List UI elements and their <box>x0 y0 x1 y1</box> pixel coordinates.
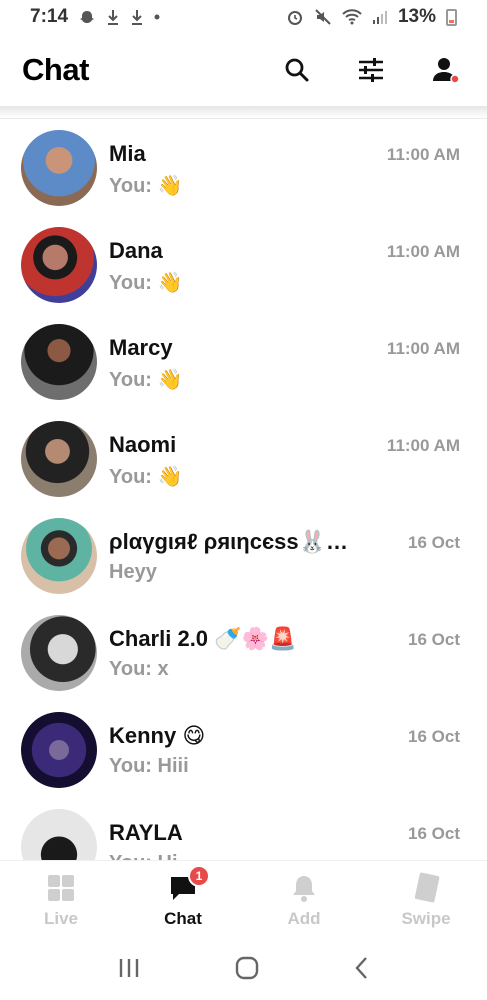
chat-row-rayla[interactable]: RAYLA You: Hi 16 Oct <box>0 799 487 860</box>
avatar <box>21 324 97 400</box>
chat-preview: You: 👋 <box>109 466 183 488</box>
avatar <box>21 809 97 860</box>
recent-apps-button[interactable] <box>118 958 140 983</box>
chat-time: 16 Oct <box>408 824 460 843</box>
battery-percentage: 13% <box>397 6 436 27</box>
sliders-icon <box>359 58 383 82</box>
home-icon <box>235 956 258 979</box>
chat-preview: You: 👋 <box>109 369 183 391</box>
nav-item-add[interactable]: Add <box>259 871 349 929</box>
nav-item-live[interactable]: Live <box>16 871 106 929</box>
chat-name: Dana <box>109 238 163 263</box>
chat-time: 11:00 AM <box>386 339 460 358</box>
grid-icon <box>48 875 74 901</box>
chat-row-charli[interactable]: Charli 2.0 🍼🌸🚨 You: x 16 Oct <box>0 605 487 702</box>
chat-preview: You: x <box>109 658 169 680</box>
page-title: Chat <box>22 52 89 87</box>
signal-icon <box>372 9 388 25</box>
app-header: Chat <box>0 34 487 106</box>
chat-name: Charli 2.0 🍼🌸🚨 <box>109 626 297 651</box>
avatar <box>21 227 97 303</box>
avatar <box>21 421 97 497</box>
back-button[interactable] <box>354 956 370 985</box>
recent-apps-icon <box>119 958 138 977</box>
chat-time: 11:00 AM <box>386 145 460 164</box>
chat-preview: Heyy <box>109 561 157 583</box>
chat-time: 16 Oct <box>408 727 460 746</box>
chat-time: 11:00 AM <box>386 436 460 455</box>
chat-name: Naomi <box>109 432 177 457</box>
nav-label: Add <box>287 909 321 928</box>
avatar <box>21 615 97 691</box>
more-notifications-dot-icon <box>154 14 160 20</box>
bell-icon <box>293 876 315 902</box>
chat-name: Mia <box>109 141 146 166</box>
header-shadow <box>0 106 487 118</box>
chat-time: 11:00 AM <box>386 242 460 261</box>
chat-preview: You: 👋 <box>109 175 183 197</box>
chat-preview: You: Hi <box>109 852 178 860</box>
chat-row-marcy[interactable]: Marcy You: 👋 11:00 AM <box>0 314 487 411</box>
chat-time: 16 Oct <box>408 533 460 552</box>
avatar <box>21 130 97 206</box>
nav-label: Live <box>43 909 79 928</box>
back-icon <box>354 956 367 979</box>
chat-preview: You: Hiii <box>109 755 189 777</box>
search-button[interactable] <box>281 54 313 86</box>
snapchat-notification-icon <box>78 9 96 25</box>
chat-name: Kenny 😋 <box>109 723 206 748</box>
battery-icon <box>446 8 457 26</box>
chat-row-kenny[interactable]: Kenny 😋 You: Hiii 16 Oct <box>0 702 487 799</box>
profile-button[interactable] <box>429 54 461 86</box>
system-nav-bar <box>0 940 487 1000</box>
search-icon <box>285 58 309 82</box>
alarm-icon <box>286 8 304 26</box>
chat-name: ρlαγgιяℓ ρяιηcєss🐰… <box>109 529 348 554</box>
download-icon-2 <box>130 8 144 26</box>
avatar <box>21 712 97 788</box>
nav-label: Chat <box>164 909 202 928</box>
filter-button[interactable] <box>355 54 387 86</box>
chat-preview: You: 👋 <box>109 272 183 294</box>
chat-row-naomi[interactable]: Naomi You: 👋 11:00 AM <box>0 411 487 508</box>
cards-icon <box>414 872 440 903</box>
chat-row-dana[interactable]: Dana You: 👋 11:00 AM <box>0 217 487 314</box>
chat-list[interactable]: Mia You: 👋 11:00 AM Dana You: 👋 11:00 AM… <box>0 120 487 860</box>
download-icon <box>106 8 120 26</box>
wifi-icon <box>342 9 362 25</box>
mute-icon <box>314 8 332 26</box>
status-bar: 7:14 13% <box>0 0 487 34</box>
person-icon <box>433 58 459 84</box>
status-time: 7:14 <box>30 6 69 27</box>
nav-item-chat[interactable]: 1 Chat <box>138 865 228 929</box>
chat-time: 16 Oct <box>408 630 460 649</box>
chat-row-mia[interactable]: Mia You: 👋 11:00 AM <box>0 120 487 217</box>
home-button[interactable] <box>235 956 259 985</box>
header-divider <box>0 118 487 119</box>
bottom-nav: Live 1 Chat Add Swipe <box>0 860 487 940</box>
chat-name: Marcy <box>109 335 173 360</box>
nav-label: Swipe <box>401 909 451 928</box>
chat-row-playgirl-princess[interactable]: ρlαγgιяℓ ρяιηcєss🐰… Heyy 16 Oct <box>0 508 487 605</box>
unread-badge: 1 <box>188 865 210 887</box>
avatar <box>21 518 97 594</box>
nav-item-swipe[interactable]: Swipe <box>381 871 471 929</box>
chat-name: RAYLA <box>109 820 183 845</box>
